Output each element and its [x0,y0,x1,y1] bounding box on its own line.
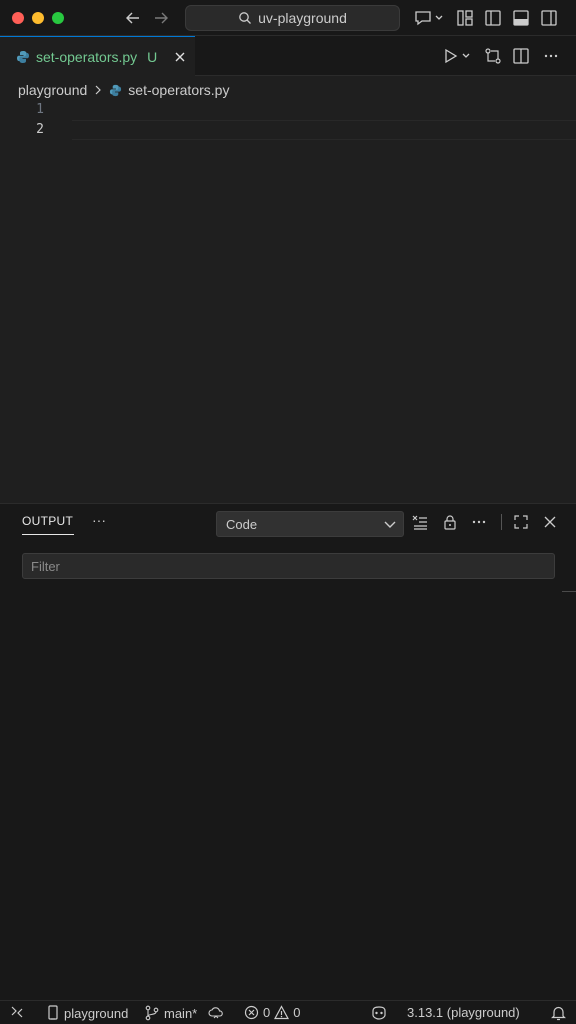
toggle-panel-icon[interactable] [511,8,531,28]
git-branch-icon [144,1005,160,1021]
lock-icon[interactable] [441,513,459,531]
sync-changes[interactable] [208,1005,224,1021]
toggle-secondary-sidebar-icon[interactable] [539,8,559,28]
output-channel-select[interactable]: Code [216,511,404,537]
toggle-primary-sidebar-icon[interactable] [483,8,503,28]
workspace-label: playground [64,1005,129,1021]
scrollbar-marker [562,591,576,592]
copilot-chat-icon[interactable] [413,8,447,28]
current-line-highlight [72,120,576,140]
problems-status[interactable]: 0 0 [244,1005,300,1020]
remote-indicator[interactable] [10,1005,24,1019]
tab-output[interactable]: OUTPUT [22,514,73,528]
open-changes-icon[interactable] [483,46,503,66]
output-channel-value: Code [226,516,258,532]
copilot-status[interactable] [370,1005,388,1021]
breadcrumb-folder[interactable]: playground [18,82,87,98]
code-editor[interactable] [0,100,576,500]
customize-layout-icon[interactable] [455,8,475,28]
breadcrumb-file[interactable]: set-operators.py [128,82,229,98]
clear-output-icon[interactable] [411,513,429,531]
error-count: 0 [263,1005,271,1020]
close-icon[interactable] [541,513,559,531]
status-bar: playground main* 0 0 3.13.1 (playground) [0,1000,576,1024]
chevron-right-icon [93,84,103,96]
filter-placeholder: Filter [31,558,60,574]
error-icon [244,1005,259,1020]
title-bar: uv-playground [0,0,576,36]
python-file-icon [109,84,122,97]
command-center-label: uv-playground [258,10,347,26]
bottom-panel: OUTPUT ··· Code Filter [0,503,576,1000]
close-window-button[interactable] [12,12,24,24]
panel-more-button[interactable]: ··· [92,512,106,528]
search-icon [238,11,252,25]
workspace-status[interactable]: playground [46,1005,128,1021]
filter-input[interactable]: Filter [22,553,555,579]
branch-status[interactable]: main* [144,1005,197,1021]
back-arrow-icon[interactable] [123,8,143,28]
command-center-search[interactable]: uv-playground [185,5,400,31]
warning-icon [274,1005,290,1020]
python-file-icon [16,50,30,64]
line-number-active: 2 [36,122,44,137]
branch-label: main* [164,1005,198,1021]
warning-count: 0 [293,1005,301,1020]
chevron-down-icon [383,517,397,531]
maximize-window-button[interactable] [52,12,64,24]
run-python-file-button[interactable] [441,46,475,66]
editor-tab-bar: set-operators.py U [0,36,576,76]
line-number: 1 [36,102,44,117]
toolbar-divider [501,514,502,530]
editor-tab[interactable]: set-operators.py U [0,36,195,76]
untracked-badge: U [147,48,158,65]
active-tab-indicator [22,534,74,535]
minimize-window-button[interactable] [32,12,44,24]
more-actions-icon[interactable] [541,46,561,66]
more-actions-icon[interactable] [470,513,488,531]
tab-label: set-operators.py [36,48,138,65]
cloud-sync-icon [208,1005,224,1021]
forward-arrow-icon[interactable] [151,8,171,28]
close-icon[interactable] [173,50,187,64]
breadcrumb: playground set-operators.py [18,80,229,100]
interpreter-label: 3.13.1 (playground) [407,1005,520,1020]
python-interpreter-status[interactable]: 3.13.1 (playground) [407,1005,520,1020]
remote-icon [10,1005,24,1019]
notifications-bell-icon[interactable] [551,1005,566,1021]
split-editor-icon[interactable] [511,46,531,66]
maximize-panel-icon[interactable] [512,513,530,531]
copilot-icon [370,1005,388,1021]
device-icon [46,1005,60,1021]
